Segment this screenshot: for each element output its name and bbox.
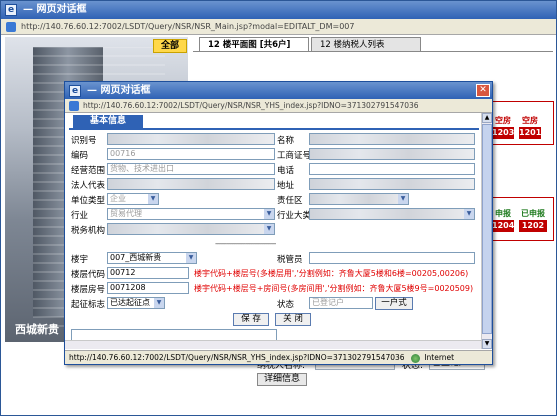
threshold-label: 起征标志 xyxy=(71,300,106,310)
unit-label: 单位类型 xyxy=(71,196,106,206)
room-no-label: 楼层房号 xyxy=(71,285,106,295)
tab-floor-plan[interactable]: 12 楼平面图 [共6户] xyxy=(199,37,309,51)
basic-info-form: 基本信息 识别号 名称 编码 00716 工商证号 经营范围 货物、技术进出口 … xyxy=(69,115,479,347)
scope-field[interactable]: 货物、技术进出口 xyxy=(107,163,275,175)
addr-field[interactable] xyxy=(309,178,475,190)
legal-field[interactable] xyxy=(107,178,275,190)
building-label: 楼宇 xyxy=(71,255,89,265)
building-select[interactable]: 007_西城新贵 xyxy=(107,252,197,264)
industry-cat-label: 行业大类 xyxy=(277,211,312,221)
status-bar: http://140.76.60.12:7002/LSDT/Query/NSR/… xyxy=(65,350,492,364)
addr-label: 地址 xyxy=(277,181,295,191)
phone-field[interactable] xyxy=(309,163,475,175)
tab-divider xyxy=(193,51,553,52)
unit-select[interactable]: 企业 xyxy=(107,193,159,205)
internet-zone-icon xyxy=(410,353,420,363)
resp-select[interactable] xyxy=(309,193,409,205)
scope-label: 经营范围 xyxy=(71,166,106,176)
ie-window-icon: e xyxy=(5,4,17,16)
scroll-up-icon[interactable]: ▲ xyxy=(482,113,492,123)
room-1204[interactable]: 申报 1204 xyxy=(492,208,514,232)
section-rule xyxy=(69,128,479,130)
id-label: 识别号 xyxy=(71,136,97,146)
outer-titlebar[interactable]: e — 网页对话框 xyxy=(1,1,556,19)
vertical-scrollbar[interactable]: ▲ ▼ xyxy=(481,113,492,349)
separator-dashes: -------------------------------- xyxy=(215,239,276,248)
tax-office-select[interactable] xyxy=(107,223,275,235)
state-label: 状态 xyxy=(277,300,295,310)
industry-label: 行业 xyxy=(71,211,89,221)
room-1203[interactable]: 空房 1203 xyxy=(492,115,514,139)
floor-tabs: 12 楼平面图 [共6户] 12 楼纳税人列表 xyxy=(193,37,553,51)
name-label: 名称 xyxy=(277,136,295,146)
all-button[interactable]: 全部 xyxy=(153,39,187,53)
code-label: 编码 xyxy=(71,151,89,161)
outer-address-text: http://140.76.60.12:7002/LSDT/Query/NSR/… xyxy=(21,22,355,31)
detail-button[interactable]: 详细信息 xyxy=(257,373,307,386)
status-url: http://140.76.60.12:7002/LSDT/Query/NSR/… xyxy=(69,353,405,362)
inner-titlebar[interactable]: e — 网页对话框 ✕ xyxy=(65,82,492,99)
page-icon xyxy=(69,101,79,111)
inner-title-text: — 网页对话框 xyxy=(87,85,151,96)
bizno-label: 工商证号 xyxy=(277,151,312,161)
horizontal-scrollbar[interactable] xyxy=(65,340,481,349)
bizno-field[interactable] xyxy=(309,148,475,160)
building-caption: 西城新贵 xyxy=(15,323,59,336)
tax-office-label: 税务机构 xyxy=(71,226,106,236)
floor-code-hint: 楼宇代码+楼层号(多楼层用','分割例如：齐鲁大厦5楼和6楼=00205,002… xyxy=(194,269,469,278)
name-field[interactable] xyxy=(309,133,475,145)
close-button[interactable]: 关 闭 xyxy=(275,313,311,326)
inner-address-text: http://140.76.60.12:7002/LSDT/Query/NSR/… xyxy=(83,101,419,110)
ie-window-icon: e xyxy=(69,85,81,97)
phone-label: 电话 xyxy=(277,166,295,176)
page-icon xyxy=(6,22,16,32)
outer-title-text: — 网页对话框 xyxy=(23,4,87,15)
outer-address-bar: http://140.76.60.12:7002/LSDT/Query/NSR/… xyxy=(1,19,556,35)
room-1201[interactable]: 空房 1201 xyxy=(519,115,541,139)
manager-label: 税管员 xyxy=(277,255,303,265)
room-no-field[interactable]: 0071208 xyxy=(107,282,189,294)
scroll-down-icon[interactable]: ▼ xyxy=(482,339,492,349)
legal-label: 法人代表 xyxy=(71,181,106,191)
inner-address-bar: http://140.76.60.12:7002/LSDT/Query/NSR/… xyxy=(65,99,492,113)
section-header: 基本信息 xyxy=(73,115,143,128)
industry-cat-select[interactable] xyxy=(309,208,475,220)
manager-field[interactable] xyxy=(309,252,475,264)
threshold-select[interactable]: 已达起征点 xyxy=(107,297,165,309)
industry-select[interactable]: 贸易代理 xyxy=(107,208,275,220)
state-field[interactable]: 已登记户 xyxy=(309,297,373,309)
code-field[interactable]: 00716 xyxy=(107,148,275,160)
single-household-button[interactable]: 一户式 xyxy=(375,297,413,310)
floor-code-field[interactable]: 00712 xyxy=(107,267,189,279)
zone-label: Internet xyxy=(424,353,455,362)
close-icon[interactable]: ✕ xyxy=(476,84,490,97)
tab-taxpayer-list[interactable]: 12 楼纳税人列表 xyxy=(311,37,421,51)
id-field[interactable] xyxy=(107,133,275,145)
save-button[interactable]: 保 存 xyxy=(233,313,269,326)
scroll-thumb[interactable] xyxy=(482,124,492,334)
inner-dialog: e — 网页对话框 ✕ http://140.76.60.12:7002/LSD… xyxy=(64,81,493,365)
floor-code-label: 楼层代码 xyxy=(71,270,106,280)
room-no-hint: 楼宇代码+楼层号+房间号(多房间用','分割例如：齐鲁大厦5楼9号=002050… xyxy=(194,284,474,293)
room-1202[interactable]: 已申报 1202 xyxy=(519,208,547,232)
resp-label: 责任区 xyxy=(277,196,303,206)
